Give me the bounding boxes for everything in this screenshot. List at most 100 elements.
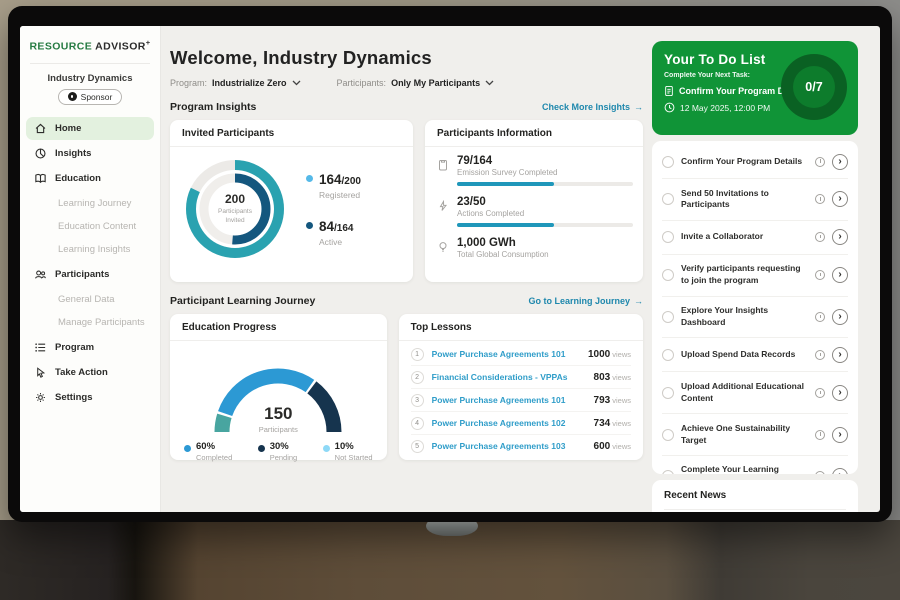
lesson-link[interactable]: Power Purchase Agreements 102 xyxy=(432,418,586,428)
program-filter[interactable]: Program: Industrialize Zero xyxy=(170,78,301,88)
top-lessons-card: Top Lessons 1 Power Purchase Agreements … xyxy=(399,314,643,460)
task-checkbox[interactable] xyxy=(662,269,674,281)
clock-icon xyxy=(815,194,825,204)
task-row[interactable]: Achieve One Sustainability Target › xyxy=(662,414,848,456)
logo-text-dark: ADVISOR xyxy=(95,41,146,53)
task-chevron-button[interactable]: › xyxy=(832,267,848,283)
lesson-link[interactable]: Power Purchase Agreements 103 xyxy=(432,441,586,451)
task-row[interactable]: Upload Spend Data Records › xyxy=(662,338,848,372)
clock-icon xyxy=(815,388,825,398)
task-label: Invite a Collaborator xyxy=(681,231,808,243)
task-chevron-button[interactable]: › xyxy=(832,427,848,443)
sidebar-item-label: Program xyxy=(55,342,94,353)
legend-item-active: 84/164 Active xyxy=(306,218,361,247)
todo-progress-ring: 0/7 xyxy=(781,54,847,120)
participants-filter[interactable]: Participants: Only My Participants xyxy=(337,78,495,88)
legend-dot xyxy=(306,175,313,182)
task-checkbox[interactable] xyxy=(662,311,674,323)
sidebar-item-label: Manage Participants xyxy=(58,317,145,328)
task-row[interactable]: Confirm Your Program Details › xyxy=(662,145,848,179)
home-icon xyxy=(34,122,47,135)
filters-row: Program: Industrialize Zero Participants… xyxy=(170,78,643,88)
task-label: Upload Additional Educational Content xyxy=(681,381,808,405)
page-title: Welcome, Industry Dynamics xyxy=(170,47,643,69)
logo-plus: + xyxy=(146,38,151,47)
sidebar-item-label: Settings xyxy=(55,392,92,403)
section-heading: Program Insights xyxy=(170,101,256,113)
metric-emission-survey: 79/164 Emission Survey Completed xyxy=(437,155,631,186)
task-chevron-button[interactable]: › xyxy=(832,309,848,325)
settings-gear-icon xyxy=(34,391,47,404)
task-chevron-button[interactable]: › xyxy=(832,191,848,207)
sidebar-item-home[interactable]: Home xyxy=(26,117,154,140)
task-chevron-button[interactable]: › xyxy=(832,468,848,474)
task-chevron-button[interactable]: › xyxy=(832,229,848,245)
task-chevron-button[interactable]: › xyxy=(832,347,848,363)
task-label: Complete Your Learning Journey xyxy=(681,464,808,474)
lesson-rank-badge: 5 xyxy=(411,440,424,453)
legend-item-not-started: 10%Not Started xyxy=(323,441,373,462)
task-row[interactable]: Send 50 Invitations to Participants › xyxy=(662,179,848,221)
sidebar-item-manage-participants[interactable]: Manage Participants xyxy=(20,311,160,334)
task-label: Achieve One Sustainability Target xyxy=(681,423,808,447)
donut-legend: 164/200 Registered 84/164 Active xyxy=(306,171,361,247)
task-row[interactable]: Upload Additional Educational Content › xyxy=(662,372,848,414)
sidebar-item-insights[interactable]: Insights xyxy=(26,142,154,165)
lesson-link[interactable]: Financial Considerations - VPPAs xyxy=(432,372,586,382)
learning-cards-row: Education Progress 150 Participants xyxy=(170,314,643,460)
task-checkbox[interactable] xyxy=(662,156,674,168)
task-checkbox[interactable] xyxy=(662,470,674,474)
sidebar-item-education[interactable]: Education xyxy=(26,167,154,190)
card-title: Invited Participants xyxy=(170,120,413,147)
clock-icon xyxy=(815,312,825,322)
todo-summary-card: Your To Do List Complete Your Next Task:… xyxy=(652,41,858,135)
chevron-down-icon xyxy=(292,80,301,86)
task-checkbox[interactable] xyxy=(662,349,674,361)
task-chevron-button[interactable]: › xyxy=(832,385,848,401)
todo-progress-value: 0/7 xyxy=(793,66,835,108)
program-icon xyxy=(34,341,47,354)
lesson-link[interactable]: Power Purchase Agreements 101 xyxy=(432,349,580,359)
sidebar-item-participants[interactable]: Participants xyxy=(26,263,154,286)
legend-dot xyxy=(184,445,191,452)
task-checkbox[interactable] xyxy=(662,387,674,399)
sidebar-item-learning-insights[interactable]: Learning Insights xyxy=(20,238,160,261)
gauge-center-label: Participants xyxy=(193,425,363,434)
task-checkbox[interactable] xyxy=(662,193,674,205)
survey-icon xyxy=(437,159,449,171)
task-row[interactable]: Invite a Collaborator › xyxy=(662,221,848,255)
sidebar-item-general-data[interactable]: General Data xyxy=(20,288,160,311)
sidebar-item-learning-journey[interactable]: Learning Journey xyxy=(20,192,160,215)
invited-participants-donut-chart: 200 Participants Invited xyxy=(180,154,290,264)
task-label: Verify participants requesting to join t… xyxy=(681,263,808,287)
education-progress-gauge-chart: 150 Participants xyxy=(193,348,363,436)
task-checkbox[interactable] xyxy=(662,429,674,441)
sidebar-item-program[interactable]: Program xyxy=(26,336,154,359)
metric-actions-completed: 23/50 Actions Completed xyxy=(437,196,631,227)
task-row[interactable]: Verify participants requesting to join t… xyxy=(662,255,848,297)
task-label: Explore Your Insights Dashboard xyxy=(681,305,808,329)
sidebar-item-label: Participants xyxy=(55,269,109,280)
legend-dot xyxy=(258,445,265,452)
sidebar-item-label: Home xyxy=(55,123,81,134)
task-row[interactable]: Complete Your Learning Journey › xyxy=(662,456,848,474)
task-label: Upload Spend Data Records xyxy=(681,349,808,361)
clock-icon xyxy=(664,102,675,113)
recent-news-title: Recent News xyxy=(664,490,726,501)
task-label: Confirm Your Program Details xyxy=(681,156,808,168)
sidebar-item-education-content[interactable]: Education Content xyxy=(20,215,160,238)
lesson-row: 5 Power Purchase Agreements 103 600views xyxy=(411,435,631,457)
sidebar-item-settings[interactable]: Settings xyxy=(26,386,154,409)
task-checkbox[interactable] xyxy=(662,231,674,243)
go-to-learning-journey-link[interactable]: Go to Learning Journey → xyxy=(528,296,643,306)
legend-dot xyxy=(306,222,313,229)
check-more-insights-link[interactable]: Check More Insights → xyxy=(542,102,643,112)
sidebar-item-take-action[interactable]: Take Action xyxy=(26,361,154,384)
task-chevron-button[interactable]: › xyxy=(832,154,848,170)
clock-icon xyxy=(815,157,825,167)
legend-item-completed: 60%Completed xyxy=(184,441,232,462)
task-row[interactable]: Explore Your Insights Dashboard › xyxy=(662,297,848,339)
education-progress-card: Education Progress 150 Participants xyxy=(170,314,387,460)
sponsor-badge-label: Sponsor xyxy=(81,92,113,102)
lesson-link[interactable]: Power Purchase Agreements 101 xyxy=(432,395,586,405)
